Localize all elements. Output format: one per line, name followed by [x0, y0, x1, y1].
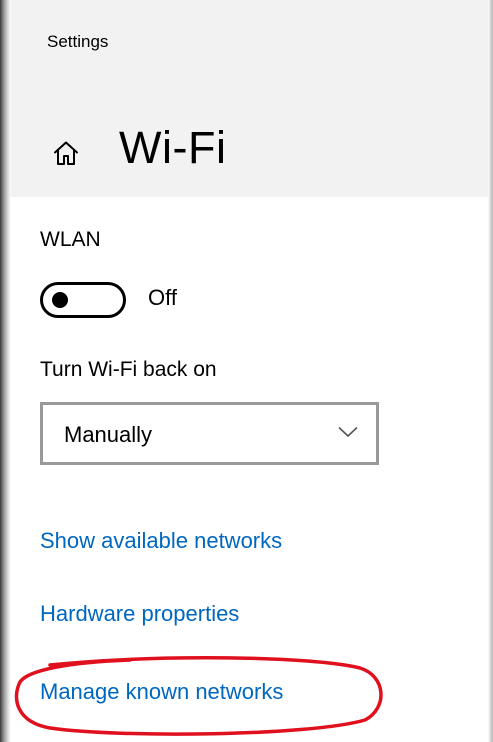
show-available-networks-link[interactable]: Show available networks — [40, 528, 282, 554]
manage-known-networks-link[interactable]: Manage known networks — [40, 679, 283, 705]
page-title: Wi-Fi — [119, 122, 227, 173]
toggle-state-label: Off — [148, 285, 177, 310]
settings-window: Settings Wi-Fi WLAN Off Turn Wi-Fi back … — [0, 0, 493, 742]
window-edge-shadow — [0, 0, 11, 742]
wlan-label: WLAN — [40, 228, 101, 251]
toggle-knob — [52, 292, 68, 308]
page-header: Settings Wi-Fi — [11, 0, 488, 197]
hardware-properties-link[interactable]: Hardware properties — [40, 601, 239, 627]
app-title: Settings — [47, 32, 109, 51]
chevron-down-icon — [338, 426, 358, 438]
dropdown-selected-value: Manually — [64, 422, 153, 447]
turn-back-on-label: Turn Wi-Fi back on — [40, 358, 217, 381]
turn-back-on-dropdown[interactable]: Manually — [40, 402, 379, 465]
home-icon[interactable] — [53, 140, 79, 166]
wlan-toggle[interactable] — [40, 282, 126, 318]
window-scroll-edge — [488, 0, 493, 742]
